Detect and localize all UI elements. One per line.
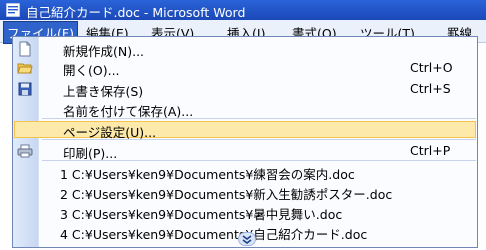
menu-item-open[interactable]: 開く(O)... Ctrl+O	[13, 58, 477, 78]
menu-separator	[42, 160, 476, 161]
menu-separator	[42, 139, 476, 140]
recent-file-1[interactable]: 1 C:¥Users¥ken9¥Documents¥練習会の案内.doc	[13, 162, 477, 182]
recent-file-2[interactable]: 2 C:¥Users¥ken9¥Documents¥新入生勧誘ポスター.doc	[13, 182, 477, 202]
word-app-icon	[5, 2, 21, 18]
save-disk-icon	[17, 81, 33, 97]
printer-icon	[17, 143, 33, 159]
menu-item-print[interactable]: 印刷(P)... Ctrl+P	[13, 141, 477, 161]
menu-item-open-shortcut: Ctrl+O	[410, 60, 453, 75]
menu-item-print-shortcut: Ctrl+P	[410, 143, 451, 158]
menu-item-save-label: 上書き保存(S)	[63, 84, 144, 99]
menu-item-save-shortcut: Ctrl+S	[410, 81, 451, 96]
new-document-icon	[17, 41, 33, 57]
menu-separator	[42, 118, 476, 119]
menu-item-save-as[interactable]: 名前を付けて保存(A)...	[13, 99, 477, 119]
recent-file-1-label: 1 C:¥Users¥ken9¥Documents¥練習会の案内.doc	[60, 167, 355, 182]
menu-item-open-label: 開く(O)...	[63, 63, 120, 78]
menu-item-save[interactable]: 上書き保存(S) Ctrl+S	[13, 79, 477, 99]
file-menu-dropdown: 新規作成(N)... 開く(O)... Ctrl+O 上書き保存(S) Ctrl…	[12, 36, 478, 248]
word-window: 自己紹介カード.doc - Microsoft Word ファイル(F) 編集(…	[0, 0, 486, 250]
title-bar: 自己紹介カード.doc - Microsoft Word	[0, 0, 486, 20]
open-folder-icon	[17, 60, 33, 76]
recent-file-3[interactable]: 3 C:¥Users¥ken9¥Documents¥暑中見舞い.doc	[13, 202, 477, 222]
recent-file-4-label: 4 C:¥Users¥ken9¥Documents¥自己紹介カード.doc	[60, 227, 368, 242]
window-title: 自己紹介カード.doc - Microsoft Word	[26, 5, 246, 20]
menu-item-new[interactable]: 新規作成(N)...	[13, 39, 477, 59]
double-chevron-down-icon	[242, 234, 252, 248]
menu-item-page-setup[interactable]: ページ設定(U)...	[13, 120, 477, 140]
expand-menu-button[interactable]	[238, 232, 256, 246]
recent-file-2-label: 2 C:¥Users¥ken9¥Documents¥新入生勧誘ポスター.doc	[60, 187, 393, 202]
recent-file-3-label: 3 C:¥Users¥ken9¥Documents¥暑中見舞い.doc	[60, 207, 343, 222]
